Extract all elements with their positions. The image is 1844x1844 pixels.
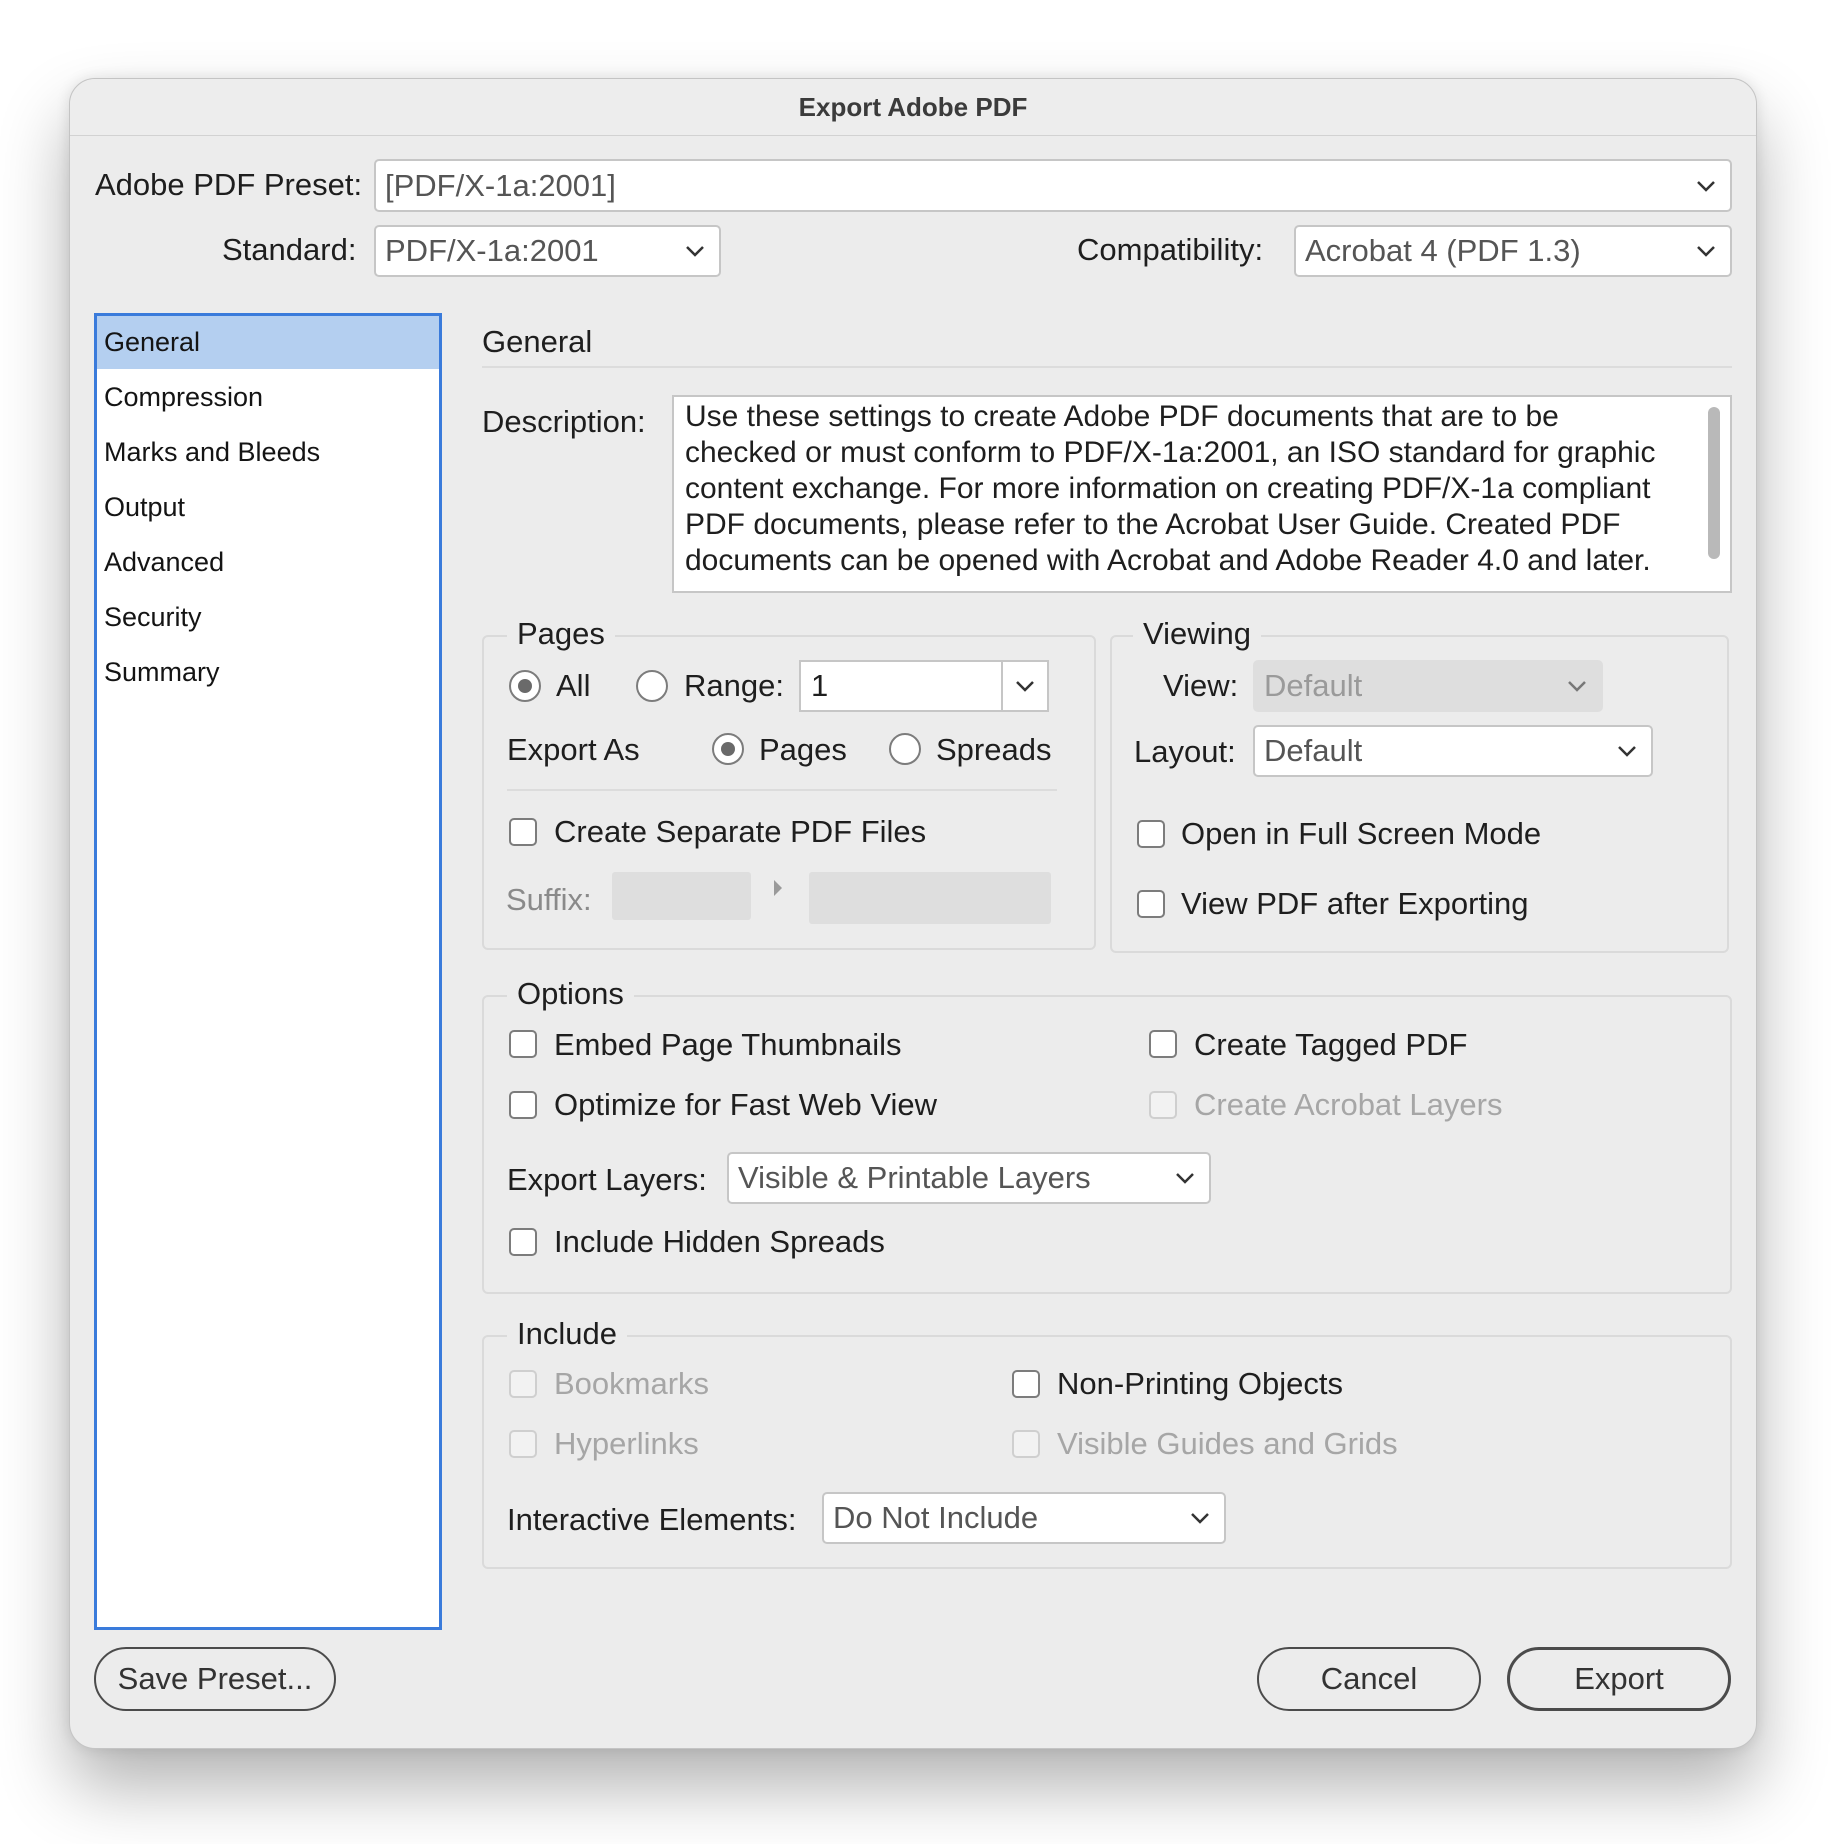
export-as-label: Export As bbox=[507, 732, 640, 767]
preset-value: [PDF/X-1a:2001] bbox=[385, 167, 616, 203]
layout-label: Layout: bbox=[1134, 734, 1236, 769]
acrobat-layers-label: Create Acrobat Layers bbox=[1194, 1087, 1503, 1122]
layout-value: Default bbox=[1264, 733, 1363, 768]
chevron-down-icon bbox=[1697, 180, 1715, 192]
cancel-button[interactable]: Cancel bbox=[1257, 1647, 1481, 1711]
heading-divider bbox=[482, 366, 1732, 368]
layout-select[interactable]: Default bbox=[1253, 725, 1653, 777]
non-printing-checkbox[interactable] bbox=[1012, 1370, 1040, 1398]
chevron-down-icon bbox=[1191, 1513, 1209, 1524]
sidebar-item-security[interactable]: Security bbox=[97, 591, 439, 644]
triangle-right-icon bbox=[774, 880, 782, 896]
sidebar-item-compression[interactable]: Compression bbox=[97, 371, 439, 424]
export-layers-value: Visible & Printable Layers bbox=[738, 1160, 1091, 1195]
acrobat-layers-checkbox bbox=[1149, 1091, 1177, 1119]
optimize-web-checkbox[interactable] bbox=[509, 1091, 537, 1119]
chevron-down-icon bbox=[1697, 246, 1715, 257]
range-label: Range: bbox=[684, 668, 784, 703]
standard-value: PDF/X-1a:2001 bbox=[385, 233, 599, 268]
export-layers-select[interactable]: Visible & Printable Layers bbox=[727, 1152, 1211, 1204]
all-pages-label: All bbox=[556, 668, 591, 703]
separate-files-checkbox[interactable] bbox=[509, 818, 537, 846]
hidden-spreads-checkbox[interactable] bbox=[509, 1228, 537, 1256]
view-after-export-label: View PDF after Exporting bbox=[1181, 886, 1529, 921]
description-label: Description: bbox=[482, 404, 646, 439]
range-radio[interactable] bbox=[636, 670, 668, 702]
guides-grids-checkbox bbox=[1012, 1430, 1040, 1458]
compatibility-select[interactable]: Acrobat 4 (PDF 1.3) bbox=[1294, 225, 1732, 277]
preset-select[interactable]: [PDF/X-1a:2001] bbox=[374, 159, 1732, 212]
export-spreads-radio[interactable] bbox=[889, 733, 921, 765]
pages-divider bbox=[507, 789, 1057, 791]
export-pages-radio[interactable] bbox=[712, 733, 744, 765]
suffix-token-field bbox=[809, 872, 1051, 924]
bookmarks-label: Bookmarks bbox=[554, 1366, 710, 1401]
view-value: Default bbox=[1264, 668, 1363, 703]
hyperlinks-label: Hyperlinks bbox=[554, 1426, 699, 1461]
description-scrollbar[interactable] bbox=[1708, 407, 1720, 559]
chevron-down-icon bbox=[1568, 681, 1586, 692]
export-spreads-label: Spreads bbox=[936, 732, 1052, 767]
sidebar-item-general[interactable]: General bbox=[97, 316, 439, 369]
dialog-title: Export Adobe PDF bbox=[70, 79, 1756, 136]
options-group-title: Options bbox=[507, 976, 634, 1012]
tagged-pdf-label: Create Tagged PDF bbox=[1194, 1027, 1468, 1062]
tagged-pdf-checkbox[interactable] bbox=[1149, 1030, 1177, 1058]
preset-label: Adobe PDF Preset: bbox=[95, 167, 363, 202]
bookmarks-checkbox bbox=[509, 1370, 537, 1398]
category-sidebar: General Compression Marks and Bleeds Out… bbox=[94, 313, 442, 1630]
export-pages-label: Pages bbox=[759, 732, 847, 767]
view-label: View: bbox=[1163, 668, 1239, 703]
sidebar-item-advanced[interactable]: Advanced bbox=[97, 536, 439, 589]
separate-files-label: Create Separate PDF Files bbox=[554, 814, 927, 849]
interactive-elements-select[interactable]: Do Not Include bbox=[822, 1492, 1226, 1544]
sidebar-item-output[interactable]: Output bbox=[97, 481, 439, 534]
chevron-down-icon bbox=[1176, 1173, 1194, 1184]
description-textarea[interactable]: Use these settings to create Adobe PDF d… bbox=[672, 395, 1732, 593]
chevron-down-icon bbox=[1618, 746, 1636, 757]
optimize-web-label: Optimize for Fast Web View bbox=[554, 1087, 938, 1122]
full-screen-label: Open in Full Screen Mode bbox=[1181, 816, 1542, 851]
viewing-group-title: Viewing bbox=[1133, 616, 1262, 652]
sidebar-item-summary[interactable]: Summary bbox=[97, 646, 439, 699]
range-divider bbox=[1001, 662, 1003, 710]
export-layers-label: Export Layers: bbox=[507, 1162, 707, 1197]
suffix-input bbox=[612, 872, 751, 920]
chevron-down-icon bbox=[686, 246, 704, 257]
view-after-export-checkbox[interactable] bbox=[1137, 890, 1165, 918]
include-group-title: Include bbox=[507, 1316, 627, 1352]
all-pages-radio[interactable] bbox=[509, 670, 541, 702]
standard-label: Standard: bbox=[222, 232, 357, 267]
embed-thumbnails-label: Embed Page Thumbnails bbox=[554, 1027, 902, 1062]
view-select[interactable]: Default bbox=[1253, 660, 1603, 712]
full-screen-checkbox[interactable] bbox=[1137, 820, 1165, 848]
range-input[interactable]: 1 bbox=[799, 660, 1049, 712]
sidebar-item-marks-and-bleeds[interactable]: Marks and Bleeds bbox=[97, 426, 439, 479]
description-text: Use these settings to create Adobe PDF d… bbox=[685, 400, 1656, 577]
guides-grids-label: Visible Guides and Grids bbox=[1057, 1426, 1398, 1461]
save-preset-button[interactable]: Save Preset... bbox=[94, 1647, 336, 1711]
embed-thumbnails-checkbox[interactable] bbox=[509, 1030, 537, 1058]
chevron-down-icon[interactable] bbox=[1013, 678, 1037, 694]
suffix-label: Suffix: bbox=[506, 882, 592, 917]
standard-select[interactable]: PDF/X-1a:2001 bbox=[374, 225, 721, 277]
interactive-elements-value: Do Not Include bbox=[833, 1500, 1039, 1535]
range-value: 1 bbox=[811, 668, 829, 703]
non-printing-label: Non-Printing Objects bbox=[1057, 1366, 1344, 1401]
hyperlinks-checkbox bbox=[509, 1430, 537, 1458]
panel-heading: General bbox=[482, 324, 593, 359]
pages-group-title: Pages bbox=[507, 616, 615, 652]
interactive-elements-label: Interactive Elements: bbox=[507, 1502, 797, 1537]
hidden-spreads-label: Include Hidden Spreads bbox=[554, 1224, 885, 1259]
compatibility-value: Acrobat 4 (PDF 1.3) bbox=[1305, 233, 1581, 268]
compatibility-label: Compatibility: bbox=[1077, 232, 1264, 267]
export-button[interactable]: Export bbox=[1507, 1647, 1731, 1711]
